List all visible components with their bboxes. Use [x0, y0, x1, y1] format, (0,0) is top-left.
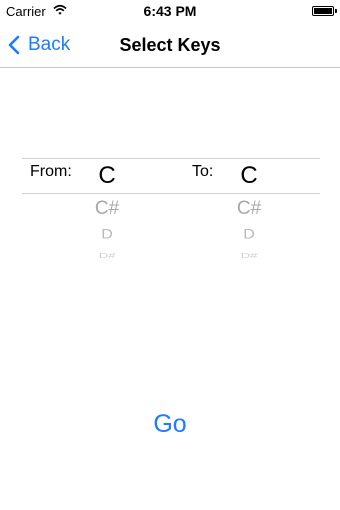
status-bar: Carrier 6:43 PM	[0, 0, 340, 22]
selection-divider-bottom	[22, 193, 320, 194]
from-option[interactable]: D#	[77, 251, 137, 259]
key-picker[interactable]: From: To: C C# D D# C C# D D#	[22, 158, 320, 278]
navigation-bar: Back Select Keys	[0, 22, 340, 68]
from-selected-key[interactable]: C	[77, 162, 137, 190]
to-option[interactable]: D#	[219, 251, 279, 259]
battery-icon	[312, 6, 337, 16]
go-button[interactable]: Go	[0, 410, 340, 439]
to-option[interactable]: C#	[219, 198, 279, 220]
status-time: 6:43 PM	[143, 3, 197, 19]
selection-divider-top	[22, 158, 320, 159]
page-title: Select Keys	[119, 35, 221, 55]
from-option[interactable]: D	[77, 227, 137, 242]
to-selected-key[interactable]: C	[219, 162, 279, 190]
from-option[interactable]: C#	[77, 198, 137, 220]
to-label: To:	[192, 163, 214, 180]
from-label: From:	[30, 163, 72, 180]
to-option[interactable]: D	[219, 227, 279, 242]
